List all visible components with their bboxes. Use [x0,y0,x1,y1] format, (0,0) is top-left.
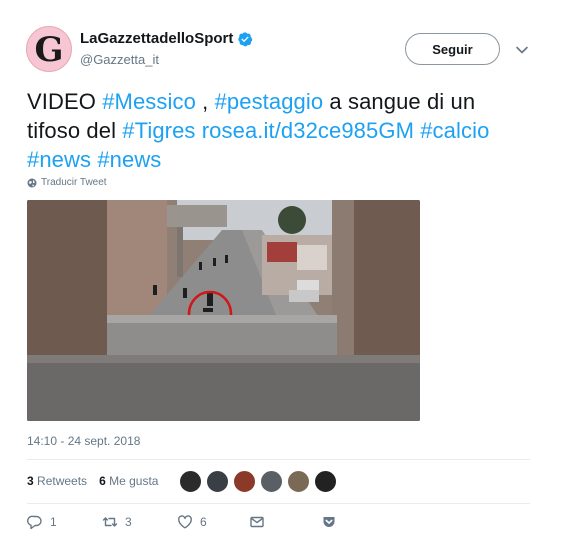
chevron-down-icon[interactable] [514,42,530,58]
divider [27,459,530,460]
follow-button[interactable]: Seguir [405,33,500,65]
hashtag-link[interactable]: #pestaggio [215,89,324,114]
liker-avatar[interactable] [179,470,202,493]
likes-label: Me gusta [109,474,159,488]
tweet-timestamp[interactable]: 14:10 - 24 sept. 2018 [27,434,140,448]
engagement-stats: 3 Retweets 6 Me gusta [27,474,158,488]
likes-count: 6 [99,474,106,488]
video-thumbnail[interactable] [27,200,420,421]
translate-tweet-link[interactable]: Traducir Tweet [27,177,107,188]
hashtag-link[interactable]: #Messico [102,89,196,114]
avatar-logo-letter: G [34,30,64,70]
retweets-count: 3 [27,474,34,488]
author-name-row[interactable]: LaGazzettadelloSport [80,30,253,47]
tweet-text-part: , [195,89,215,114]
author-display-name[interactable]: LaGazzettadelloSport [80,30,233,47]
save-to-pocket-button[interactable] [321,514,337,530]
hashtag-link[interactable]: #news [27,147,91,172]
translate-label: Traducir Tweet [41,177,107,188]
like-count: 6 [200,515,207,529]
author-avatar[interactable]: G [26,26,72,72]
divider [27,503,530,504]
reply-icon [27,515,42,530]
globe-icon [27,178,37,187]
video-frame-image [27,200,420,421]
retweets-stat[interactable]: 3 Retweets [27,474,87,488]
likes-stat[interactable]: 6 Me gusta [99,474,158,488]
tweet-card: G LaGazzettadelloSport @Gazzetta_it Segu… [0,0,565,538]
tweet-text: VIDEO #Messico , #pestaggio a sangue di … [27,87,527,174]
liker-avatars [179,470,337,493]
hashtag-link[interactable]: #calcio [420,118,489,143]
liker-avatar[interactable] [260,470,283,493]
liker-avatar[interactable] [206,470,229,493]
reply-count: 1 [50,515,57,529]
reply-button[interactable]: 1 [27,514,102,530]
pocket-icon [323,517,335,527]
tweet-actions: 1 3 6 [27,514,337,530]
hashtag-link[interactable]: #news [97,147,161,172]
retweets-label: Retweets [37,474,88,488]
like-button[interactable]: 6 [177,514,249,530]
liker-avatar[interactable] [287,470,310,493]
direct-message-button[interactable] [249,514,321,530]
liker-avatar[interactable] [233,470,256,493]
retweet-button[interactable]: 3 [102,514,177,530]
author-handle[interactable]: @Gazzetta_it [80,52,159,67]
url-link[interactable]: rosea.it/d32ce985GM [202,118,414,143]
retweet-icon [102,517,118,527]
verified-badge-icon [238,31,253,46]
envelope-icon [250,516,264,528]
liker-avatar[interactable] [314,470,337,493]
heart-icon [178,515,192,529]
tweet-text-part: VIDEO [27,89,103,114]
hashtag-link[interactable]: #Tigres [122,118,195,143]
retweet-count: 3 [125,515,132,529]
